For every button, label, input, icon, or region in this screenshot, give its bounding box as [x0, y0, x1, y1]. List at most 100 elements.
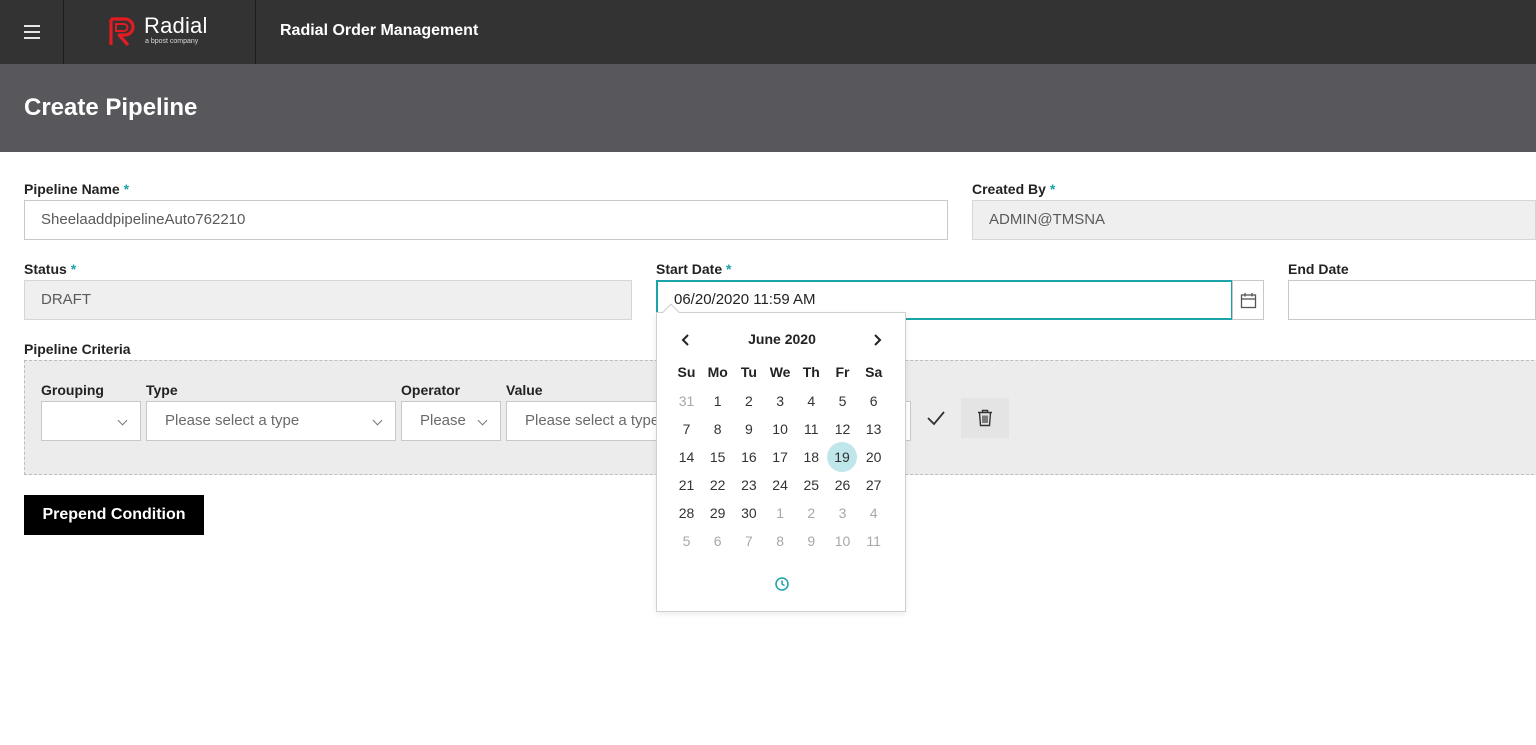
calendar-toggle-button[interactable] — [1232, 280, 1264, 320]
calendar-day[interactable]: 7 — [671, 415, 702, 443]
calendar-icon — [1240, 293, 1257, 309]
confirm-condition-button[interactable] — [912, 398, 960, 438]
calendar-day[interactable]: 24 — [765, 471, 796, 499]
calendar-day[interactable]: 9 — [796, 527, 827, 555]
calendar-day[interactable]: 1 — [765, 499, 796, 527]
grouping-select[interactable] — [41, 401, 141, 441]
calendar-day[interactable]: 21 — [671, 471, 702, 499]
operator-column-label: Operator — [401, 382, 461, 398]
calendar-day[interactable]: 2 — [733, 387, 764, 415]
calendar-day[interactable]: 25 — [796, 471, 827, 499]
calendar-day[interactable]: 13 — [858, 415, 889, 443]
chevron-down-icon — [117, 415, 128, 426]
operator-select[interactable]: Please — [401, 401, 501, 441]
calendar-day[interactable]: 31 — [671, 387, 702, 415]
calendar-day[interactable]: 12 — [827, 415, 858, 443]
weekday-header: Fr — [835, 364, 850, 380]
date-picker-popup: June 2020 Su Mo Tu We Th Fr Sa 31 1 2 3 4 5 6 7 8 9 10 11 1… — [656, 303, 906, 612]
calendar-day-highlighted[interactable]: 19 — [827, 442, 857, 472]
weekday-header: Sa — [865, 364, 883, 380]
created-by-label-text: Created By — [972, 181, 1046, 197]
calendar-day[interactable]: 6 — [858, 387, 889, 415]
weekday-header: Tu — [740, 364, 757, 380]
brand-name: Radial — [144, 13, 208, 38]
radial-logo-icon — [109, 17, 135, 47]
status-label: Status * — [24, 261, 76, 277]
created-by-label: Created By * — [972, 181, 1055, 197]
calendar-day[interactable]: 27 — [858, 471, 889, 499]
calendar-day[interactable]: 3 — [827, 499, 858, 527]
pipeline-criteria-label: Pipeline Criteria — [24, 341, 131, 357]
calendar-day[interactable]: 23 — [733, 471, 764, 499]
calendar-day[interactable]: 11 — [796, 415, 827, 443]
calendar-day[interactable]: 5 — [827, 387, 858, 415]
weekday-header: We — [769, 364, 791, 380]
delete-condition-button[interactable] — [961, 398, 1009, 438]
weekday-header: Mo — [707, 364, 728, 380]
start-date-label-text: Start Date — [656, 261, 723, 277]
chevron-down-icon — [372, 415, 383, 426]
created-by-field: ADMIN@TMSNA — [972, 200, 1536, 240]
calendar-day[interactable]: 15 — [702, 443, 733, 471]
required-marker: * — [123, 181, 130, 197]
brand-logo[interactable]: Radial a bpost company — [64, 0, 256, 64]
pipeline-name-label-text: Pipeline Name — [24, 181, 120, 197]
chevron-left-icon — [681, 334, 689, 346]
status-label-text: Status — [24, 261, 67, 277]
value-select-placeholder: Please select a type — [525, 412, 660, 429]
check-icon — [927, 411, 945, 426]
calendar-day[interactable]: 7 — [733, 527, 764, 555]
pipeline-criteria-label-text: Pipeline Criteria — [24, 341, 131, 357]
calendar-day[interactable]: 14 — [671, 443, 702, 471]
calendar-day[interactable]: 1 — [702, 387, 733, 415]
brand-tagline: a bpost company — [145, 38, 199, 45]
calendar-day[interactable]: 26 — [827, 471, 858, 499]
top-navigation-bar: Radial a bpost company Radial Order Mana… — [0, 0, 1536, 64]
grouping-column-label: Grouping — [41, 382, 104, 398]
operator-select-placeholder: Please — [420, 412, 466, 429]
calendar-day[interactable]: 9 — [733, 415, 764, 443]
calendar-day[interactable]: 8 — [702, 415, 733, 443]
calendar-day[interactable]: 4 — [796, 387, 827, 415]
start-date-label: Start Date * — [656, 261, 731, 277]
trash-icon — [978, 409, 992, 427]
previous-month-button[interactable] — [675, 331, 697, 349]
pipeline-name-input[interactable]: SheelaaddpipelineAuto762210 — [24, 200, 948, 240]
calendar-day[interactable]: 28 — [671, 499, 702, 527]
calendar-day[interactable]: 8 — [765, 527, 796, 555]
calendar-day[interactable]: 6 — [702, 527, 733, 555]
hamburger-menu-icon[interactable] — [0, 0, 64, 64]
next-month-button[interactable] — [866, 331, 888, 349]
calendar-day[interactable]: 30 — [733, 499, 764, 527]
value-column-label: Value — [506, 382, 543, 398]
weekday-header: Su — [677, 364, 696, 380]
calendar-day[interactable]: 4 — [858, 499, 889, 527]
calendar-day[interactable]: 11 — [858, 527, 889, 555]
app-title: Radial Order Management — [280, 22, 479, 39]
weekday-header: Th — [802, 364, 820, 380]
status-field: DRAFT — [24, 280, 632, 320]
chevron-right-icon — [874, 334, 882, 346]
calendar-day[interactable]: 18 — [796, 443, 827, 471]
type-select[interactable]: Please select a type — [146, 401, 396, 441]
chevron-down-icon — [477, 415, 488, 426]
prepend-condition-button[interactable]: Prepend Condition — [24, 495, 204, 535]
calendar-day[interactable]: 16 — [733, 443, 764, 471]
calendar-day[interactable]: 20 — [858, 443, 889, 471]
required-marker: * — [1049, 181, 1056, 197]
calendar-day[interactable]: 10 — [765, 415, 796, 443]
calendar-day[interactable]: 2 — [796, 499, 827, 527]
type-select-placeholder: Please select a type — [165, 412, 300, 429]
clock-icon[interactable] — [774, 576, 790, 592]
calendar-day[interactable]: 5 — [671, 527, 702, 555]
page-title: Create Pipeline — [24, 94, 198, 121]
calendar-day[interactable]: 17 — [765, 443, 796, 471]
pipeline-name-label: Pipeline Name * — [24, 181, 129, 197]
end-date-label-text: End Date — [1288, 261, 1349, 277]
calendar-day[interactable]: 29 — [702, 499, 733, 527]
calendar-day[interactable]: 22 — [702, 471, 733, 499]
calendar-day[interactable]: 3 — [765, 387, 796, 415]
calendar-day[interactable]: 10 — [827, 527, 858, 555]
end-date-input[interactable] — [1288, 280, 1536, 320]
required-marker: * — [726, 261, 732, 277]
